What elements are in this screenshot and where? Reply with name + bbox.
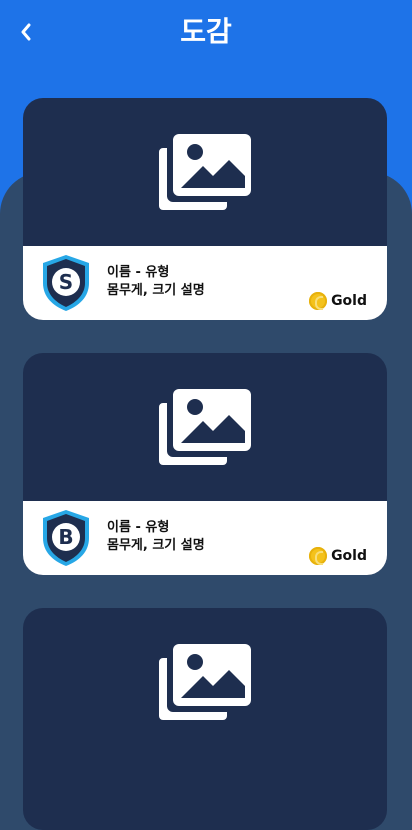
grade-badge: S [39, 253, 93, 313]
card-name-type: 이름 - 유형 [107, 265, 170, 280]
shield-icon: S [43, 255, 89, 311]
collection-card[interactable]: S 이름 - 유형 몸무게, 크기 설명 Gold [23, 98, 387, 320]
gold-price: Gold [309, 292, 367, 310]
shield-icon: B [43, 510, 89, 566]
grade-letter: S [59, 270, 73, 294]
page-title: 도감 [180, 15, 232, 48]
grade-badge: B [39, 508, 93, 568]
card-weight-size: 몸무게, 크기 설명 [107, 538, 205, 553]
currency-label: Gold [331, 548, 367, 564]
coin-icon [309, 292, 328, 310]
card-info-panel: S 이름 - 유형 몸무게, 크기 설명 Gold [23, 246, 387, 320]
gold-price: Gold [309, 547, 367, 565]
card-image-placeholder [23, 353, 387, 501]
collection-card[interactable] [23, 608, 387, 830]
card-name-type: 이름 - 유형 [107, 520, 170, 535]
card-info-panel: B 이름 - 유형 몸무게, 크기 설명 Gold [23, 501, 387, 575]
image-gallery-icon [159, 389, 251, 465]
coin-icon [309, 547, 328, 565]
currency-label: Gold [331, 293, 367, 309]
grade-letter: B [58, 525, 73, 549]
image-gallery-icon [159, 134, 251, 210]
collection-card[interactable]: B 이름 - 유형 몸무게, 크기 설명 Gold [23, 353, 387, 575]
image-gallery-icon [159, 644, 251, 720]
card-image-placeholder [23, 608, 387, 756]
card-weight-size: 몸무게, 크기 설명 [107, 283, 205, 298]
card-image-placeholder [23, 98, 387, 246]
